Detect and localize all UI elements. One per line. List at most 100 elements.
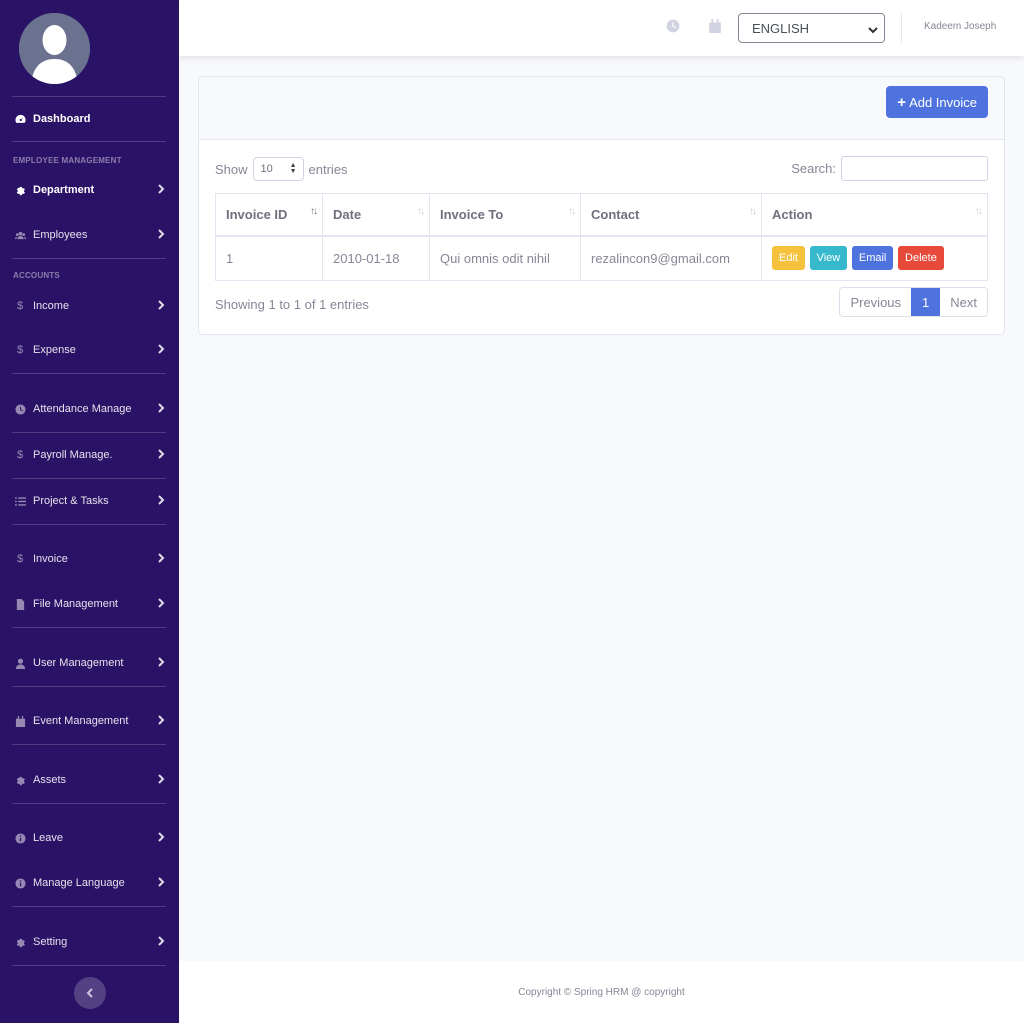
chevron-right-icon [157, 876, 165, 890]
info-icon [14, 832, 26, 844]
sidebar-item-label: Income [33, 300, 70, 312]
chevron-right-icon [157, 183, 165, 197]
cog-icon [14, 774, 26, 786]
footer: Copyright © Spring HRM @ copyright [179, 961, 1024, 1023]
cell-date: 2010-01-18 [322, 235, 430, 281]
sidebar-item-attendance[interactable]: Attendance Manage [0, 397, 179, 421]
clock-icon [14, 403, 26, 415]
calendar-icon [14, 715, 26, 727]
dollar-icon: $ [16, 553, 24, 565]
chevron-right-icon [157, 494, 165, 508]
sidebar-item-language[interactable]: Manage Language [0, 871, 179, 895]
previous-page-button[interactable]: Previous [840, 288, 912, 316]
sidebar-item-leave[interactable]: Leave [0, 826, 179, 850]
dollar-icon: $ [16, 449, 24, 461]
sidebar-item-income[interactable]: $ Income [0, 294, 179, 318]
edit-button[interactable]: Edit [772, 246, 805, 271]
info-icon [14, 877, 26, 889]
sidebar-item-user[interactable]: User Management [0, 651, 179, 675]
chevron-right-icon [157, 343, 165, 357]
table-info: Showing 1 to 1 of 1 entries [215, 297, 369, 312]
copyright-text: Copyright © Spring HRM @ copyright [518, 986, 685, 998]
page-length-control: Show 10 ▲ ▼ entries [215, 157, 348, 181]
page-button-current[interactable]: 1 [911, 288, 941, 316]
sidebar-item-project[interactable]: Project & Tasks [0, 489, 179, 513]
table-row: 1 2010-01-18 Qui omnis odit nihil rezali… [215, 235, 988, 281]
column-header-contact[interactable]: Contact ↑↓ [580, 193, 762, 237]
user-avatar[interactable] [19, 13, 90, 84]
user-name[interactable]: Kadeem Joseph [924, 21, 996, 32]
sidebar-divider [12, 686, 166, 687]
chevron-right-icon [157, 228, 165, 242]
sidebar-item-dashboard[interactable]: Dashboard [0, 107, 179, 131]
card-header: + Add Invoice [199, 77, 1004, 140]
clock-icon[interactable] [666, 19, 680, 33]
tachometer-icon [14, 113, 26, 125]
add-invoice-label: Add Invoice [909, 94, 977, 110]
sidebar-item-event[interactable]: Event Management [0, 709, 179, 733]
tasks-icon [14, 495, 26, 507]
next-page-button[interactable]: Next [940, 288, 987, 316]
chevron-right-icon [157, 597, 165, 611]
chevron-right-icon [157, 656, 165, 670]
chevron-right-icon [157, 714, 165, 728]
column-header-action[interactable]: Action ↑↓ [761, 193, 988, 237]
sidebar-divider [12, 627, 166, 628]
email-button[interactable]: Email [851, 246, 894, 271]
language-select[interactable]: ENGLISH [738, 13, 885, 43]
sidebar-divider [12, 96, 166, 97]
add-invoice-button[interactable]: + Add Invoice [886, 86, 988, 118]
cell-invoice-to: Qui omnis odit nihil [429, 235, 581, 281]
pagination: Previous 1 Next [839, 287, 988, 317]
topbar: ENGLISH Kadeem Joseph [179, 0, 1024, 56]
chevron-right-icon [157, 402, 165, 416]
sidebar-item-label: Invoice [33, 553, 68, 565]
chevron-right-icon [157, 448, 165, 462]
view-button[interactable]: View [809, 246, 848, 271]
cog-icon [14, 184, 26, 196]
search-control: Search: [791, 156, 988, 181]
sidebar-item-department[interactable]: Department [0, 178, 179, 202]
dollar-icon: $ [16, 344, 24, 356]
invoice-card: + Add Invoice Show 10 ▲ ▼ entries Search:… [198, 76, 1005, 335]
sidebar-item-setting[interactable]: Setting [0, 930, 179, 954]
language-select-value: ENGLISH [752, 20, 810, 36]
sort-icon: ↑↓ [975, 206, 983, 217]
search-label: Search: [791, 161, 836, 176]
column-header-invoice-id[interactable]: Invoice ID ↑↓ [215, 193, 323, 237]
sidebar-divider [12, 258, 166, 259]
page-length-value: 10 [260, 163, 273, 175]
sidebar-divider [12, 906, 166, 907]
sidebar-item-label: File Management [33, 598, 118, 610]
cell-actions: Edit View Email Delete [761, 235, 988, 281]
sidebar-divider [12, 141, 166, 142]
column-header-invoice-to[interactable]: Invoice To ↑↓ [429, 193, 581, 237]
sidebar-item-label: Attendance Manage [33, 403, 132, 415]
sidebar-toggle-button[interactable] [74, 977, 106, 1009]
sidebar-divider [12, 373, 166, 374]
users-icon [14, 229, 26, 241]
sidebar-item-label: Leave [33, 832, 63, 844]
sidebar-item-label: Manage Language [33, 877, 125, 889]
sidebar-item-payroll[interactable]: $ Payroll Manage. [0, 443, 179, 467]
calendar-icon[interactable] [708, 19, 722, 33]
sidebar-item-invoice[interactable]: $ Invoice [0, 547, 179, 571]
file-icon [14, 598, 26, 610]
cell-invoice-id: 1 [215, 235, 323, 281]
updown-icon: ▲ ▼ [289, 162, 297, 175]
sidebar: Dashboard EMPLOYEE MANAGEMENT Department… [0, 0, 179, 1023]
chevron-right-icon [157, 773, 165, 787]
column-header-date[interactable]: Date ↑↓ [322, 193, 430, 237]
search-input[interactable] [841, 156, 988, 181]
sidebar-item-employees[interactable]: Employees [0, 223, 179, 247]
chevron-right-icon [157, 831, 165, 845]
sidebar-item-file[interactable]: File Management [0, 592, 179, 616]
delete-button[interactable]: Delete [898, 246, 944, 271]
section-heading-accounts: ACCOUNTS [13, 271, 60, 280]
chevron-right-icon [157, 935, 165, 949]
sidebar-item-label: Expense [33, 344, 76, 356]
page-length-select[interactable]: 10 ▲ ▼ [252, 157, 304, 181]
sidebar-item-expense[interactable]: $ Expense [0, 338, 179, 362]
sidebar-item-assets[interactable]: Assets [0, 768, 179, 792]
sidebar-item-label: Department [33, 184, 95, 196]
